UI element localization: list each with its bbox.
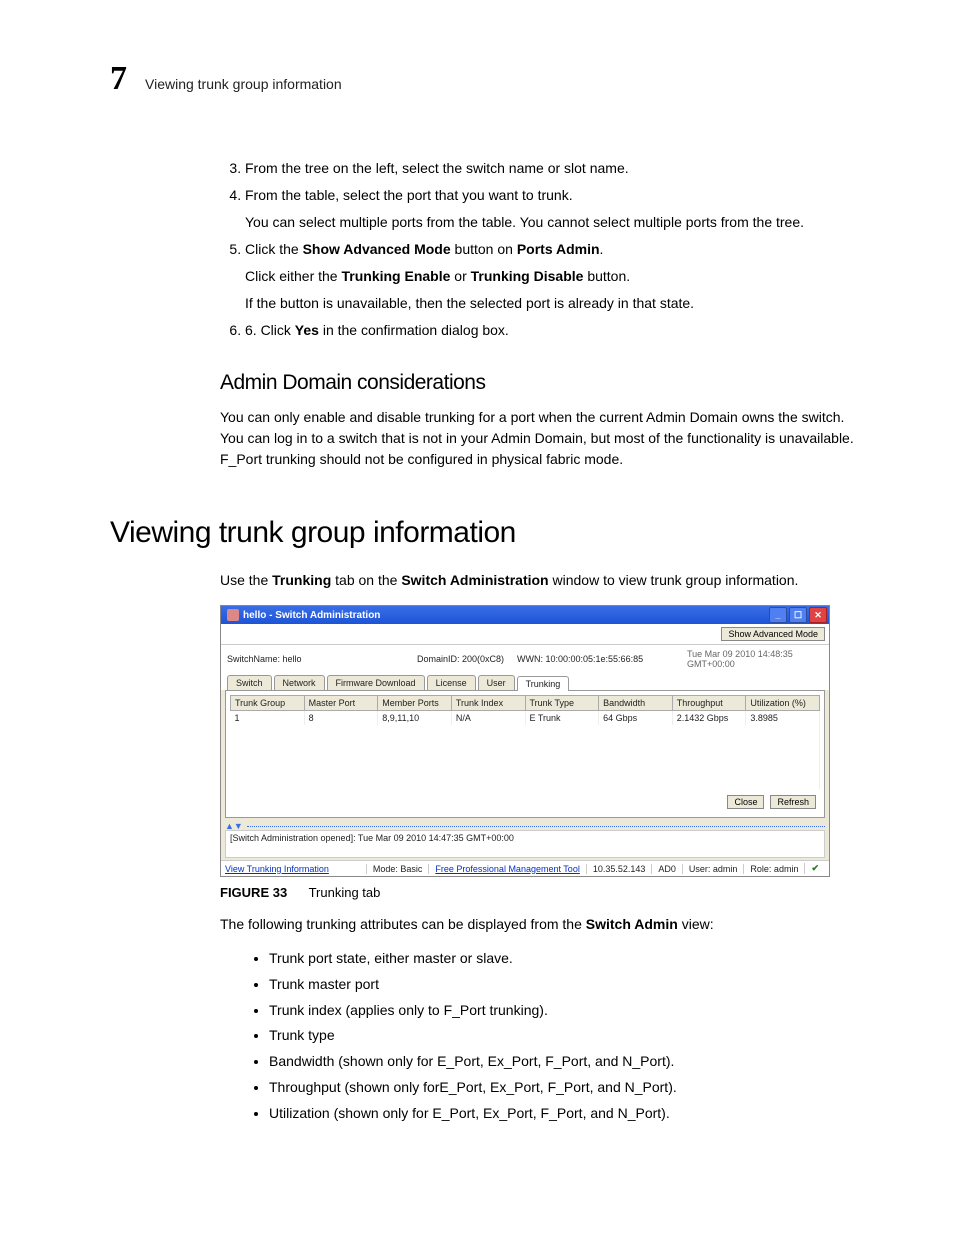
cell-trunk-index: N/A <box>451 711 525 726</box>
show-advanced-mode-button[interactable]: Show Advanced Mode <box>721 627 825 641</box>
status-ip: 10.35.52.143 <box>586 864 652 874</box>
tab-user[interactable]: User <box>478 675 515 690</box>
col-trunk-type[interactable]: Trunk Type <box>525 696 599 711</box>
chapter-number: 7 <box>110 60 127 98</box>
tab-switch[interactable]: Switch <box>227 675 272 690</box>
step-4-text: From the table, select the port that you… <box>245 187 573 203</box>
list-item: Throughput (shown only forE_Port, Ex_Por… <box>269 1076 864 1100</box>
step-4-sub: You can select multiple ports from the t… <box>245 212 864 233</box>
domainid-label: DomainID: 200(0xC8) <box>417 654 517 664</box>
switch-admin-window: hello - Switch Administration _ ☐ ✕ Show… <box>220 605 830 877</box>
log-line: [Switch Administration opened]: Tue Mar … <box>230 833 514 843</box>
step-5-sub-b: If the button is unavailable, then the s… <box>245 293 864 314</box>
admin-domain-heading: Admin Domain considerations <box>220 371 864 395</box>
table-row[interactable]: 1 8 8,9,11,10 N/A E Trunk 64 Gbps 2.1432… <box>231 711 820 726</box>
col-trunk-group[interactable]: Trunk Group <box>231 696 305 711</box>
refresh-button[interactable]: Refresh <box>770 795 816 809</box>
cell-member-ports: 8,9,11,10 <box>378 711 452 726</box>
status-mode: Mode: Basic <box>366 864 429 874</box>
status-user: User: admin <box>682 864 744 874</box>
cell-master-port: 8 <box>304 711 378 726</box>
tab-network[interactable]: Network <box>274 675 325 690</box>
col-master-port[interactable]: Master Port <box>304 696 378 711</box>
step-3: From the tree on the left, select the sw… <box>245 158 864 179</box>
status-ad: AD0 <box>651 864 682 874</box>
cell-trunk-group: 1 <box>231 711 305 726</box>
cell-trunk-type: E Trunk <box>525 711 599 726</box>
tab-body: Trunk Group Master Port Member Ports Tru… <box>225 690 825 818</box>
figure-label: FIGURE 33 <box>220 885 287 900</box>
close-button[interactable]: Close <box>727 795 764 809</box>
running-header-title: Viewing trunk group information <box>145 76 342 92</box>
tab-trunking[interactable]: Trunking <box>517 676 570 691</box>
step-5-sub-a: Click either the Trunking Enable or Trun… <box>245 266 864 287</box>
window-titlebar[interactable]: hello - Switch Administration _ ☐ ✕ <box>221 606 829 624</box>
status-role: Role: admin <box>743 864 804 874</box>
info-bar: SwitchName: hello DomainID: 200(0xC8) WW… <box>221 645 829 671</box>
app-icon <box>227 609 239 621</box>
figure-title: Trunking tab <box>309 885 381 900</box>
timestamp-label: Tue Mar 09 2010 14:48:35 GMT+00:00 <box>687 649 823 669</box>
splitter-arrows-icon: ▲▼ <box>225 821 243 831</box>
list-item: Trunk port state, either master or slave… <box>269 947 864 971</box>
cell-throughput: 2.1432 Gbps <box>672 711 746 726</box>
col-trunk-index[interactable]: Trunk Index <box>451 696 525 711</box>
step-5: Click the Show Advanced Mode button on P… <box>245 239 864 314</box>
list-item: Trunk type <box>269 1024 864 1048</box>
procedure-steps: From the tree on the left, select the sw… <box>110 158 864 341</box>
figure-caption: FIGURE 33 Trunking tab <box>220 885 864 900</box>
col-throughput[interactable]: Throughput <box>672 696 746 711</box>
step-6: 6. Click Yes in the confirmation dialog … <box>245 320 864 341</box>
tab-strip: Switch Network Firmware Download License… <box>221 671 829 690</box>
status-bar: View Trunking Information Mode: Basic Fr… <box>221 860 829 876</box>
col-member-ports[interactable]: Member Ports <box>378 696 452 711</box>
cell-utilization: 3.8985 <box>746 711 820 726</box>
window-title: hello - Switch Administration <box>243 610 380 621</box>
status-ok-icon: ✔ <box>804 863 825 874</box>
list-item: Utilization (shown only for E_Port, Ex_P… <box>269 1102 864 1126</box>
tab-license[interactable]: License <box>427 675 476 690</box>
trunking-attributes-list: Trunk port state, either master or slave… <box>245 947 864 1126</box>
log-panel: [Switch Administration opened]: Tue Mar … <box>225 830 825 858</box>
minimize-icon[interactable]: _ <box>769 607 787 623</box>
trunking-table: Trunk Group Master Port Member Ports Tru… <box>230 695 820 789</box>
intro-para: Use the Trunking tab on the Switch Admin… <box>220 570 864 591</box>
tab-firmware-download[interactable]: Firmware Download <box>327 675 425 690</box>
page-header: 7 Viewing trunk group information <box>110 60 864 98</box>
cell-bandwidth: 64 Gbps <box>599 711 673 726</box>
switchname-label: SwitchName: hello <box>227 654 417 664</box>
attrs-intro: The following trunking attributes can be… <box>220 914 864 935</box>
status-tool-link[interactable]: Free Professional Management Tool <box>428 864 585 874</box>
step-4: From the table, select the port that you… <box>245 185 864 233</box>
maximize-icon[interactable]: ☐ <box>789 607 807 623</box>
toolbar: Show Advanced Mode <box>221 624 829 645</box>
list-item: Bandwidth (shown only for E_Port, Ex_Por… <box>269 1050 864 1074</box>
step-5-text: Click the Show Advanced Mode button on P… <box>245 241 603 257</box>
admin-domain-para: You can only enable and disable trunking… <box>220 407 864 470</box>
close-icon[interactable]: ✕ <box>809 607 827 623</box>
col-utilization[interactable]: Utilization (%) <box>746 696 820 711</box>
section-heading: Viewing trunk group information <box>110 516 864 550</box>
splitter-handle[interactable]: ▲▼ <box>225 824 825 828</box>
list-item: Trunk index (applies only to F_Port trun… <box>269 999 864 1023</box>
wwn-label: WWN: 10:00:00:05:1e:55:66:85 <box>517 654 687 664</box>
step-6-text: 6. Click Yes in the confirmation dialog … <box>245 322 509 338</box>
col-bandwidth[interactable]: Bandwidth <box>599 696 673 711</box>
list-item: Trunk master port <box>269 973 864 997</box>
step-3-text: From the tree on the left, select the sw… <box>245 160 629 176</box>
status-view-link[interactable]: View Trunking Information <box>225 864 335 874</box>
